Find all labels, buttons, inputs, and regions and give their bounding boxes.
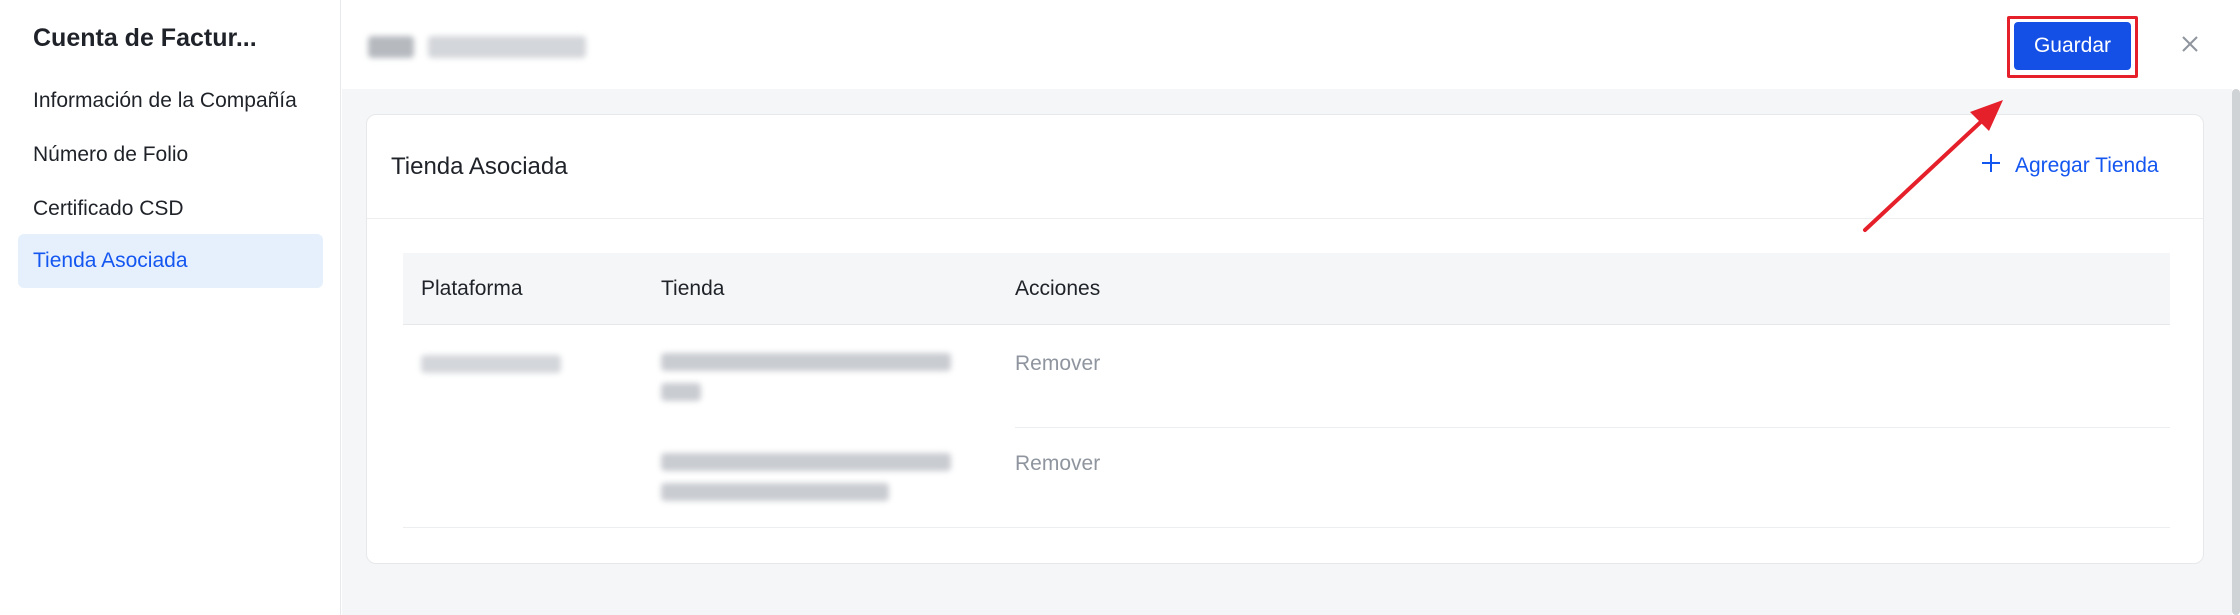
store-cell-line (661, 453, 951, 471)
plus-icon (1981, 153, 2001, 179)
sidebar-item-label: Información de la Compañía (33, 89, 297, 112)
scrollbar[interactable] (2232, 89, 2240, 615)
row-divider (1015, 427, 2170, 428)
account-id-value (428, 36, 586, 58)
sidebar-title: Cuenta de Factur... (33, 24, 257, 52)
sidebar-item-folio-number[interactable]: Número de Folio (18, 128, 323, 182)
column-header-platform: Plataforma (421, 277, 523, 300)
store-cell-line (661, 483, 889, 501)
associated-store-card: Tienda Asociada Agregar Tienda Plataform… (366, 114, 2204, 564)
add-store-button[interactable]: Agregar Tienda (1981, 151, 2159, 181)
sidebar-item-label: Tienda Asociada (33, 249, 188, 272)
sidebar-item-company-info[interactable]: Información de la Compañía (18, 74, 323, 128)
card-header: Tienda Asociada Agregar Tienda (367, 115, 2203, 219)
account-id-label (368, 36, 414, 58)
remove-link[interactable]: Remover (1015, 352, 1100, 376)
sidebar-item-label: Número de Folio (33, 143, 189, 166)
table-bottom-divider (403, 527, 2170, 528)
card-title: Tienda Asociada (391, 153, 568, 180)
store-cell-line (661, 383, 701, 401)
column-header-store: Tienda (661, 277, 725, 300)
header (342, 0, 2240, 89)
save-button[interactable]: Guardar (2014, 22, 2131, 70)
column-header-actions: Acciones (1015, 277, 1101, 300)
remove-link[interactable]: Remover (1015, 452, 1100, 476)
platform-cell (421, 355, 561, 373)
store-cell-line (661, 353, 951, 371)
sidebar-item-label: Certificado CSD (33, 197, 184, 220)
sidebar-item-associated-store[interactable]: Tienda Asociada (18, 234, 323, 288)
close-icon[interactable] (2178, 32, 2202, 56)
table-header: Plataforma Tienda Acciones (403, 253, 2170, 325)
sidebar: Cuenta de Factur... Información de la Co… (0, 0, 341, 615)
sidebar-item-csd-certificate[interactable]: Certificado CSD (18, 182, 323, 236)
add-store-label: Agregar Tienda (2015, 154, 2159, 177)
